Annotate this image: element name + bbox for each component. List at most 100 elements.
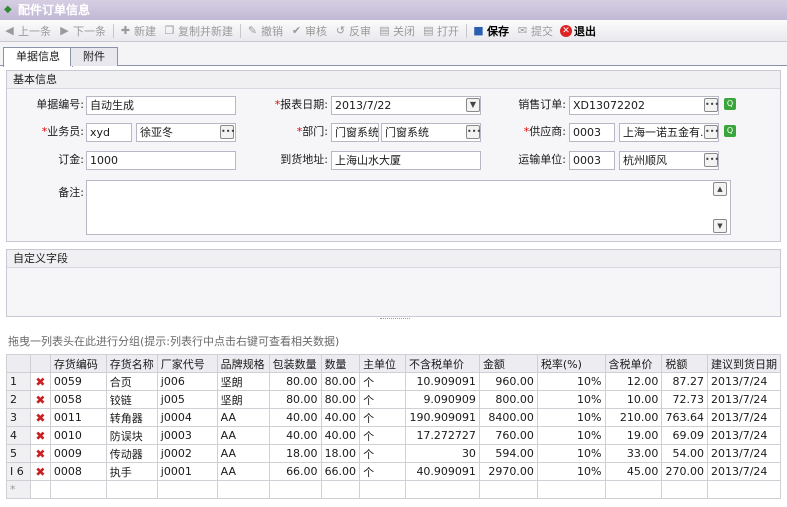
new-button[interactable]: ✚ 新建 (119, 23, 156, 39)
empty-cell[interactable] (320, 480, 361, 499)
cell-qty[interactable]: 40.00 (320, 408, 361, 427)
cell-amount[interactable]: 594.00 (478, 444, 538, 463)
empty-cell[interactable] (604, 480, 663, 499)
cell-amount[interactable]: 760.00 (478, 426, 538, 445)
sales-order-browse-button[interactable]: ••• (704, 98, 719, 112)
cell-tax_price[interactable]: 19.00 (604, 426, 663, 445)
delete-row-icon[interactable]: ✖ (29, 372, 51, 391)
cell-tax_price[interactable]: 33.00 (604, 444, 663, 463)
supplier-search-icon[interactable]: Q (724, 125, 736, 137)
cell-amount[interactable]: 8400.00 (478, 408, 538, 427)
cell-date[interactable]: 2013/7/24 (707, 444, 781, 463)
cell-tax[interactable]: 69.09 (661, 426, 708, 445)
column-header[interactable]: 厂家代号 (156, 354, 218, 373)
new-row[interactable]: * (6, 480, 781, 499)
cell-brand[interactable]: 坚朗 (216, 390, 270, 409)
cell-amount[interactable]: 800.00 (478, 390, 538, 409)
cell-maker[interactable]: j0001 (156, 462, 218, 481)
cell-rate[interactable]: 10% (536, 408, 606, 427)
delete-row-icon[interactable]: ✖ (29, 444, 51, 463)
delete-row-icon[interactable]: ✖ (29, 408, 51, 427)
cell-qty[interactable]: 66.00 (320, 462, 361, 481)
column-header[interactable]: 存货编码 (49, 354, 107, 373)
cell-name[interactable]: 铰链 (105, 390, 158, 409)
cell-tax_price[interactable]: 210.00 (604, 408, 663, 427)
column-header[interactable]: 主单位 (359, 354, 406, 373)
cell-unit[interactable]: 个 (359, 426, 406, 445)
tab-attachment[interactable]: 附件 (70, 47, 118, 66)
cell-maker[interactable]: j0004 (156, 408, 218, 427)
cell-tax_price[interactable]: 10.00 (604, 390, 663, 409)
cell-unit[interactable]: 个 (359, 462, 406, 481)
empty-cell[interactable] (156, 480, 218, 499)
exit-button[interactable]: ✕ 退出 (560, 23, 596, 39)
cell-code[interactable]: 0059 (49, 372, 107, 391)
cell-brand[interactable]: AA (216, 444, 270, 463)
cell-price[interactable]: 190.909091 (404, 408, 480, 427)
undo-button[interactable]: ✎ 撤销 (246, 23, 283, 39)
cell-price[interactable]: 17.272727 (404, 426, 480, 445)
cell-amount[interactable]: 2970.00 (478, 462, 538, 481)
cell-pack[interactable]: 66.00 (268, 462, 322, 481)
cell-qty[interactable]: 18.00 (320, 444, 361, 463)
cell-maker[interactable]: j006 (156, 372, 218, 391)
cell-amount[interactable]: 960.00 (478, 372, 538, 391)
next-button[interactable]: ▶ 下一条 (58, 23, 106, 39)
cell-tax_price[interactable]: 12.00 (604, 372, 663, 391)
cell-unit[interactable]: 个 (359, 444, 406, 463)
cell-tax[interactable]: 763.64 (661, 408, 708, 427)
empty-cell[interactable] (29, 480, 51, 499)
chevron-down-icon[interactable]: ▼ (466, 98, 480, 112)
cell-name[interactable]: 传动器 (105, 444, 158, 463)
cell-price[interactable]: 40.909091 (404, 462, 480, 481)
sales-order-field[interactable]: XD13072202 (569, 96, 719, 115)
cell-tax[interactable]: 270.00 (661, 462, 708, 481)
empty-cell[interactable] (404, 480, 480, 499)
scroll-up-icon[interactable]: ▲ (713, 182, 727, 196)
cell-price[interactable]: 30 (404, 444, 480, 463)
unaudit-button[interactable]: ↺ 反审 (334, 23, 371, 39)
cell-code[interactable]: 0010 (49, 426, 107, 445)
cell-rate[interactable]: 10% (536, 372, 606, 391)
cell-brand[interactable]: AA (216, 408, 270, 427)
table-row[interactable]: 2 ✖ 0058 铰链 j005 坚朗 80.00 80.00 个 9.090909 800.00 1… (6, 390, 781, 409)
cell-qty[interactable]: 80.00 (320, 390, 361, 409)
cell-unit[interactable]: 个 (359, 408, 406, 427)
cell-brand[interactable]: AA (216, 462, 270, 481)
audit-button[interactable]: ✔ 审核 (290, 23, 327, 39)
cell-unit[interactable]: 个 (359, 372, 406, 391)
cell-pack[interactable]: 80.00 (268, 390, 322, 409)
column-header[interactable]: 含税单价 (604, 354, 663, 373)
cell-rate[interactable]: 10% (536, 390, 606, 409)
supplier-code-field[interactable]: 0003 (569, 123, 615, 142)
open-doc-button[interactable]: ▤ 打开 (422, 23, 459, 39)
copy-new-button[interactable]: ❐ 复制并新建 (163, 23, 233, 39)
doc-no-field[interactable]: 自动生成 (86, 96, 236, 115)
column-header[interactable]: 数量 (320, 354, 361, 373)
cell-name[interactable]: 执手 (105, 462, 158, 481)
column-header[interactable]: 包装数量 (268, 354, 322, 373)
splitter-handle[interactable] (380, 318, 410, 322)
delete-row-icon[interactable]: ✖ (29, 462, 51, 481)
cell-tax_price[interactable]: 45.00 (604, 462, 663, 481)
deposit-field[interactable]: 1000 (86, 151, 236, 170)
cell-price[interactable]: 9.090909 (404, 390, 480, 409)
cell-date[interactable]: 2013/7/24 (707, 426, 781, 445)
cell-rate[interactable]: 10% (536, 444, 606, 463)
cell-code[interactable]: 0009 (49, 444, 107, 463)
column-header[interactable]: 不含税单价 (404, 354, 480, 373)
empty-cell[interactable] (268, 480, 322, 499)
cell-tax[interactable]: 87.27 (661, 372, 708, 391)
empty-cell[interactable] (105, 480, 158, 499)
cell-name[interactable]: 转角器 (105, 408, 158, 427)
cell-date[interactable]: 2013/7/24 (707, 462, 781, 481)
salesman-code-field[interactable]: xyd (86, 123, 132, 142)
cell-name[interactable]: 防误块 (105, 426, 158, 445)
table-row[interactable]: I 6 ✖ 0008 执手 j0001 AA 66.00 66.00 个 40.909091 297… (6, 462, 781, 481)
empty-cell[interactable] (478, 480, 538, 499)
cell-tax[interactable]: 54.00 (661, 444, 708, 463)
cell-rate[interactable]: 10% (536, 426, 606, 445)
empty-cell[interactable] (216, 480, 270, 499)
column-header[interactable]: 存货名称 (105, 354, 158, 373)
column-header[interactable]: 税率(%) (536, 354, 606, 373)
